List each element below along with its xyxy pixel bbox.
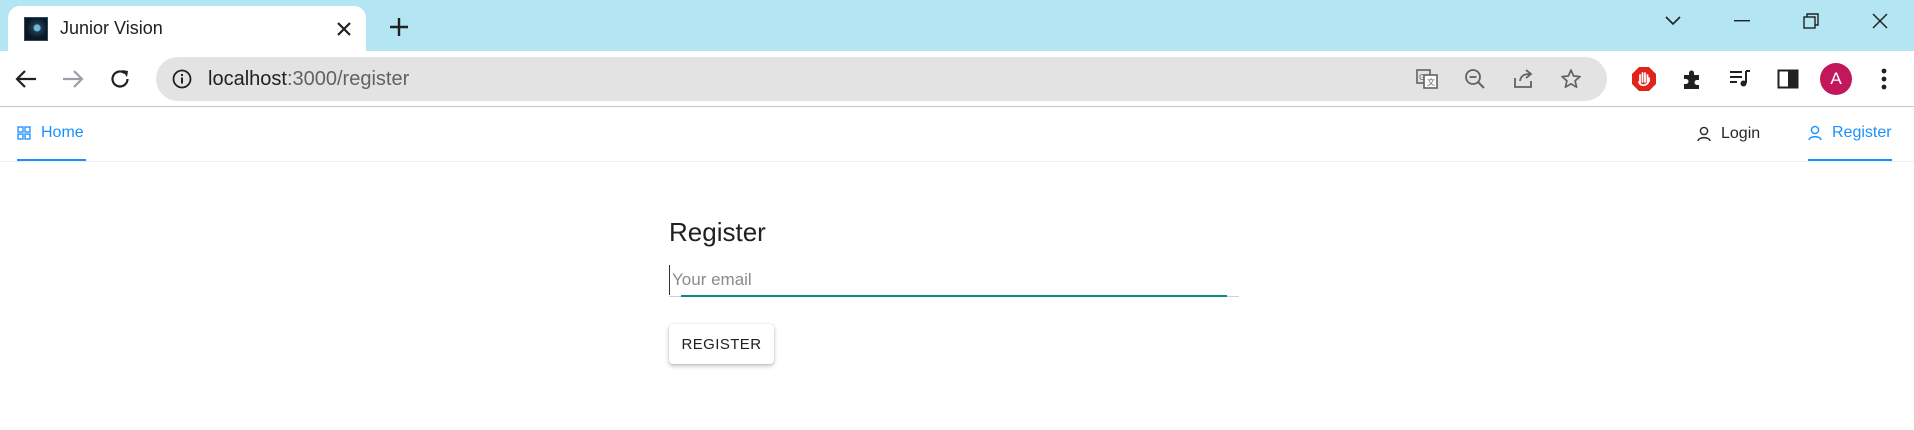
user-icon [1697,126,1711,142]
tab-title: Junior Vision [60,18,163,38]
nav-item-home[interactable]: Home [17,107,86,161]
email-focus-underline [681,295,1227,297]
zoom-button[interactable] [1451,61,1499,97]
url-host: localhost [208,67,287,90]
close-icon [1871,13,1888,29]
arrow-right-icon [63,69,84,88]
nav-item-label: Register [1832,124,1892,141]
minimize-icon [1733,20,1750,22]
share-icon [1514,69,1533,88]
email-field[interactable] [669,265,1239,295]
profile-button[interactable]: A [1812,57,1860,101]
window-controls [1638,0,1914,42]
url-text[interactable]: localhost:3000/register [208,68,1403,91]
plus-icon [390,18,408,36]
back-button[interactable] [6,59,46,99]
user-icon [1808,125,1822,141]
nav-item-register[interactable]: Register [1808,107,1892,161]
translate-icon: G文 [1416,69,1438,89]
browser-toolbar: localhost:3000/register G文 A [0,51,1914,107]
svg-text:G: G [1419,73,1425,82]
page-title: Register [669,217,766,247]
register-form: Register REGISTER [669,215,1239,364]
app-favicon-icon [24,16,48,41]
email-field-wrapper [669,265,1239,297]
url-path: :3000/register [286,67,410,90]
minimize-button[interactable] [1707,0,1776,42]
register-button[interactable]: REGISTER [669,324,774,364]
star-icon [1561,69,1581,89]
adblock-extension-button[interactable] [1620,57,1668,101]
extensions-area: A [1620,57,1908,101]
adblock-icon [1632,67,1656,91]
address-bar[interactable]: localhost:3000/register G文 [156,57,1607,101]
site-info-icon[interactable] [170,67,194,91]
puzzle-icon [1684,70,1699,89]
new-tab-button[interactable] [383,11,415,43]
forward-button[interactable] [53,59,93,99]
svg-text:文: 文 [1427,77,1435,87]
chevron-down-icon [1664,16,1681,26]
bookmark-button[interactable] [1547,61,1595,97]
nav-item-label: Home [41,124,84,141]
nav-item-label: Login [1721,125,1761,142]
nav-item-login[interactable]: Login [1697,107,1760,161]
media-icon [1730,70,1750,87]
zoom-out-icon [1465,69,1485,89]
tab-close-icon[interactable] [330,15,358,43]
restore-icon [1802,13,1819,29]
avatar: A [1820,63,1852,95]
arrow-left-icon [15,69,36,88]
reload-icon [111,69,129,88]
browser-tabstrip: Junior Vision [0,0,1914,51]
media-control-button[interactable] [1716,57,1764,101]
reload-button[interactable] [100,59,140,99]
extensions-button[interactable] [1668,57,1716,101]
window-close-button[interactable] [1845,0,1914,42]
restore-button[interactable] [1776,0,1845,42]
translate-button[interactable]: G文 [1403,61,1451,97]
kebab-menu-icon [1881,68,1887,90]
sidepanel-icon [1777,69,1799,89]
browser-tab[interactable]: Junior Vision [8,6,366,51]
share-button[interactable] [1499,61,1547,97]
side-panel-button[interactable] [1764,57,1812,101]
tab-search-button[interactable] [1638,0,1707,42]
browser-menu-button[interactable] [1860,57,1908,101]
app-nav-menu: Home Login Register [0,107,1914,162]
grid-icon [17,126,31,140]
